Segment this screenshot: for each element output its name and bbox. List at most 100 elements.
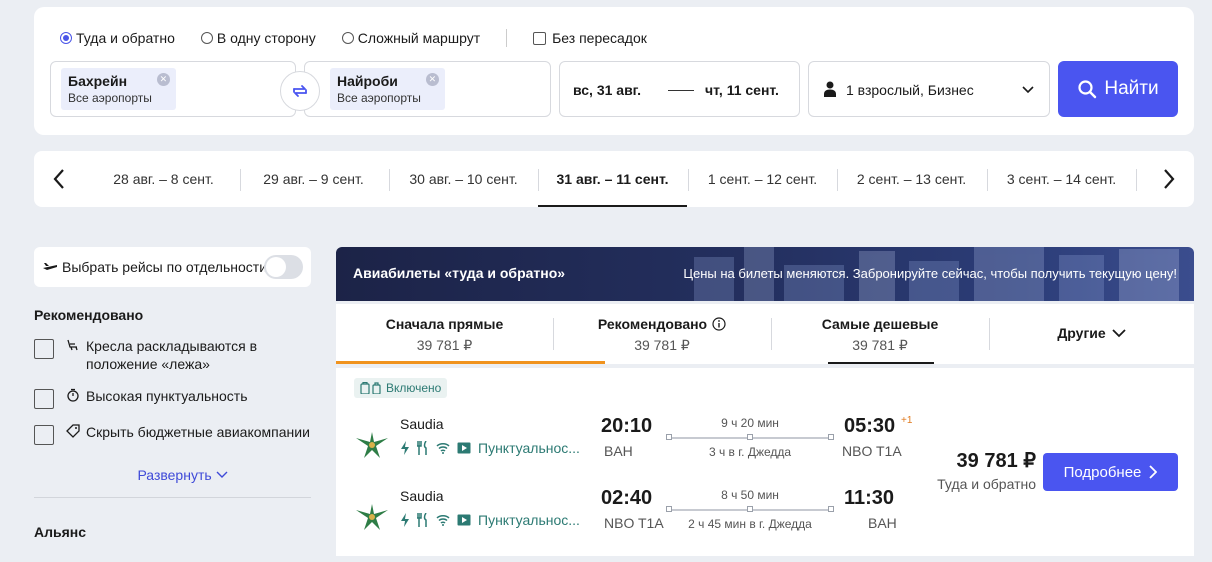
swap-icon [293,85,307,97]
ticket-card[interactable]: Включено Saudia Пунктуальнос... 20:10 BA… [336,368,1194,556]
meal-icon [417,513,429,527]
person-icon [824,81,836,97]
tab-cheapest[interactable]: Самые дешевые 39 781 ₽ [771,304,989,364]
details-label: Подробнее [1063,463,1142,481]
power-icon [400,513,410,527]
destination-field[interactable]: Найроби Все аэропорты ✕ [304,61,551,117]
clear-icon[interactable]: ✕ [425,73,439,86]
cheapest-underline [828,362,934,364]
radio-label: В одну сторону [216,30,316,46]
flight-duration: 8 ч 50 мин [721,488,779,502]
filter-lie-flat[interactable]: Кресла раскладываются в положение «лежа» [34,337,311,373]
saudia-logo-icon [356,432,388,458]
route-dot [747,434,753,440]
swap-cities-button[interactable] [280,71,320,111]
route-info: 8 ч 50 мин 2 ч 45 мин в г. Джедда [666,488,834,540]
included-badge: Включено [354,378,448,398]
radio-indicator [341,32,354,44]
search-icon [1078,80,1097,99]
date-option[interactable]: 1 сент. – 12 сент. [688,151,837,207]
tab-label: Самые дешевые [821,316,939,332]
chevron-left-icon[interactable] [52,167,68,191]
active-tab-indicator [336,361,605,364]
chevron-right-icon[interactable] [1160,167,1176,191]
radio-indicator [60,32,72,44]
date-option[interactable]: 30 авг. – 10 сент. [389,151,538,207]
checkbox[interactable] [34,339,54,359]
seat-icon [67,339,78,351]
date-option[interactable]: 2 сент. – 13 сент. [837,151,986,207]
tab-label: Другие [1057,325,1106,341]
tab-direct-first[interactable]: Сначала прямые 39 781 ₽ [336,304,553,364]
nonstop-checkbox[interactable]: Без пересадок [533,30,647,46]
punctuality-label: Пунктуальнос... [478,512,580,528]
passengers-value: 1 взрослый, Бизнес [846,82,974,98]
details-button[interactable]: Подробнее [1043,453,1178,491]
radio-multi-city[interactable]: Сложный маршрут [341,30,480,46]
banner-title: Авиабилеты «туда и обратно» [353,265,566,281]
route-dot [666,506,672,512]
filter-hide-budget[interactable]: Скрыть бюджетные авиакомпании [34,423,311,445]
toggle-switch[interactable] [264,255,303,279]
departure-airport: NBO T1A [604,515,664,531]
wifi-icon [436,514,450,526]
chevron-down-icon [1112,329,1126,338]
tab-label: Сначала прямые [385,316,504,332]
separate-flights-toggle-row[interactable]: Выбрать рейсы по отдельности [34,247,311,287]
tab-label-row: Другие [989,325,1194,341]
arrival-airport: BAH [868,515,897,531]
radio-round-trip[interactable]: Туда и обратно [60,30,175,46]
radio-label: Туда и обратно [76,30,175,46]
tab-price: 39 781 ₽ [634,337,690,353]
checkbox-box [533,31,547,45]
tab-label-row: Рекомендовано [553,316,771,332]
info-icon[interactable] [712,317,726,331]
chevron-down-icon [216,471,228,478]
find-label: Найти [1104,78,1159,99]
arrival-time: 11:30 [844,487,895,509]
route-dot [666,434,672,440]
divider [34,497,311,498]
expand-link[interactable]: Развернуть [34,467,311,483]
tab-recommended[interactable]: Рекомендовано 39 781 ₽ [553,304,771,364]
origin-field[interactable]: Бахрейн Все аэропорты ✕ [50,61,296,117]
divider [506,29,508,47]
find-button[interactable]: Найти [1058,61,1178,117]
toggle-label: Выбрать рейсы по отдельности [62,259,268,275]
date-option[interactable]: 29 авг. – 9 сент. [239,151,388,207]
date-strip: 28 авг. – 8 сент. 29 авг. – 9 сент. 30 а… [34,151,1194,207]
origin-airports: Все аэропорты [68,91,152,105]
passengers-field[interactable]: 1 взрослый, Бизнес [808,61,1050,117]
route-line [666,505,834,515]
origin-city: Бахрейн [68,73,128,89]
date-option[interactable]: 3 сент. – 14 сент. [987,151,1136,207]
date-option-active[interactable]: 31 авг. – 11 сент. [538,151,687,207]
flight-leg-outbound: Saudia Пунктуальнос... 20:10 BAH 9 ч 20 … [336,415,936,476]
stop-info: 3 ч в г. Джедда [708,445,792,459]
route-dot [747,506,753,512]
route-line [666,433,834,443]
filters-sidebar: Выбрать рейсы по отдельности Рекомендова… [34,247,311,540]
next-day-badge: +1 [901,415,913,426]
airline-name: Saudia [400,488,444,504]
departure-time: 20:10 [601,415,653,437]
tab-price: 39 781 ₽ [416,337,473,353]
filter-label: Высокая пунктуальность [86,388,248,404]
tab-other[interactable]: Другие [989,304,1194,364]
checkbox[interactable] [34,389,54,409]
filter-punctuality[interactable]: Высокая пунктуальность [34,387,311,409]
recommended-title: Рекомендовано [34,307,144,323]
radio-one-way[interactable]: В одну сторону [200,30,316,46]
clear-icon[interactable]: ✕ [156,73,170,86]
search-panel: Туда и обратно В одну сторону Сложный ма… [34,7,1194,135]
date-option[interactable]: 28 авг. – 8 сент. [89,151,238,207]
departure-time: 02:40 [601,487,653,509]
destination-airports: Все аэропорты [337,91,421,105]
results-banner: Авиабилеты «туда и обратно» Цены на биле… [336,247,1194,301]
route-dot [828,434,834,440]
wifi-icon [436,442,450,454]
return-date: чт, 11 сент. [705,82,779,98]
checkbox[interactable] [34,425,54,445]
punctuality-label: Пунктуальнос... [478,440,580,456]
dates-field[interactable]: вс, 31 авг. чт, 11 сент. [559,61,800,117]
